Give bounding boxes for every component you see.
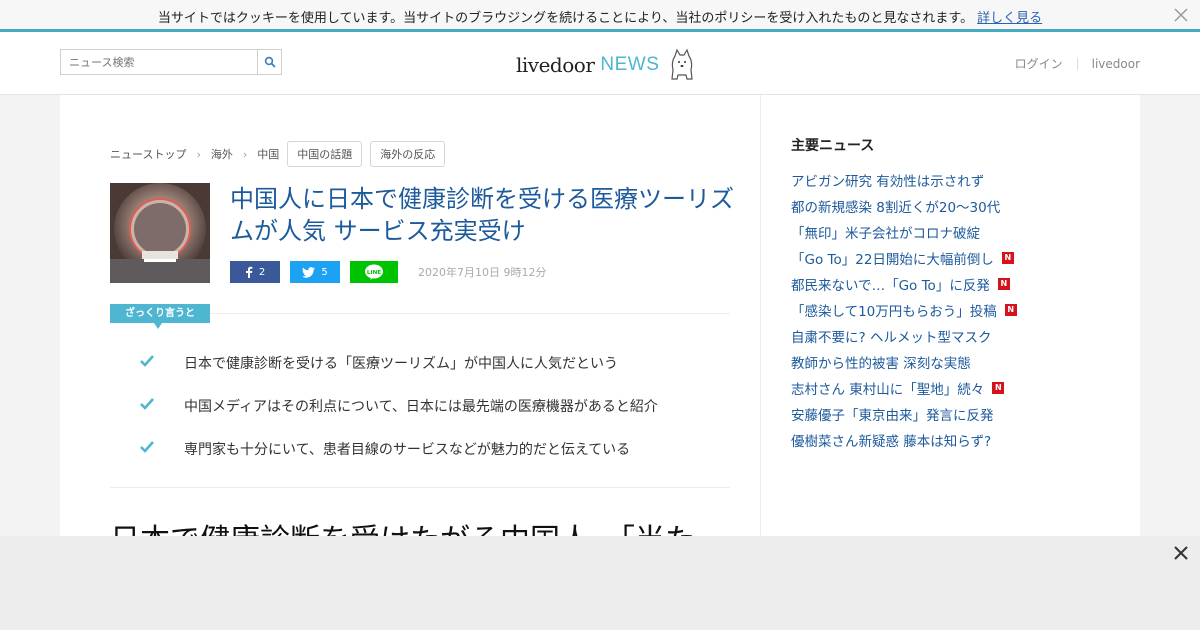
article-thumbnail[interactable]: [110, 183, 210, 283]
close-icon[interactable]: [1172, 6, 1190, 24]
site-logo[interactable]: livedoor NEWS: [516, 48, 697, 82]
news-item-title: 自粛不要に? ヘルメット型マスク: [791, 330, 992, 346]
chevron-right-icon: ›: [196, 147, 201, 161]
cookie-details-link[interactable]: 詳しく見る: [977, 11, 1042, 26]
summary-label: ざっくり言うと: [110, 304, 210, 329]
cookie-text: 当サイトではクッキーを使用しています。当サイトのブラウジングを続けることにより、…: [157, 11, 974, 26]
line-icon: LINE: [365, 264, 383, 280]
breadcrumb: ニューストップ › 海外 › 中国 中国の話題 海外の反応: [110, 141, 446, 167]
news-item-title: 「感染して10万円もらおう」投稿: [791, 304, 997, 320]
content-divider: [110, 487, 730, 488]
twitter-share-button[interactable]: 5: [290, 261, 340, 283]
livedoor-link[interactable]: livedoor: [1092, 57, 1140, 71]
news-item[interactable]: 優樹菜さん新疑惑 藤本は知らず?: [791, 427, 1017, 453]
news-item-title: 都民来ないで…「Go To」に反発: [791, 278, 990, 294]
chevron-right-icon: ›: [242, 147, 248, 161]
nav-divider: [1076, 57, 1078, 70]
header-nav: ログイン livedoor: [1015, 55, 1140, 72]
news-item-title: 優樹菜さん新疑惑 藤本は知らず?: [791, 434, 992, 450]
topic-tag[interactable]: 海外の反応: [370, 141, 446, 167]
news-item[interactable]: 「感染して10万円もらおう」投稿 N: [791, 297, 1017, 323]
breadcrumb-item[interactable]: 海外: [211, 146, 233, 162]
search-box: [60, 49, 282, 75]
new-badge: N: [997, 278, 1010, 290]
new-badge: N: [1004, 304, 1017, 316]
facebook-icon: [245, 266, 253, 278]
news-item-title: 安藤優子「東京由来」発言に反発: [791, 408, 994, 424]
facebook-count: 2: [258, 266, 266, 278]
article-title: 中国人に日本で健康診断を受ける医療ツーリズムが人気 サービス充実受け: [230, 185, 734, 245]
summary-point: 中国メディアはその利点について、日本には最先端の医療機器があると紹介: [140, 396, 658, 439]
facebook-share-button[interactable]: 2: [230, 261, 280, 283]
news-item[interactable]: 「Go To」22日開始に大幅前倒し N: [791, 245, 1017, 271]
search-icon: [264, 56, 276, 68]
article-date: 2020年7月10日 9時12分: [418, 266, 547, 279]
breadcrumb-item[interactable]: 中国: [257, 146, 279, 162]
news-item-title: 「Go To」22日開始に大幅前倒し: [791, 252, 994, 268]
news-item[interactable]: 自粛不要に? ヘルメット型マスク: [791, 323, 1017, 349]
checkmark-icon: [140, 398, 154, 410]
news-item[interactable]: アビガン研究 有効性は示されず: [791, 167, 1017, 193]
news-item[interactable]: 都の新規感染 8割近くが20～30代: [791, 193, 1017, 219]
twitter-count: 5: [321, 266, 328, 278]
news-item-title: 都の新規感染 8割近くが20～30代: [791, 200, 1001, 216]
news-item-title: 教師から性的被害 深刻な実態: [791, 356, 971, 372]
news-item-title: 志村さん 東村山に「聖地」続々: [791, 382, 985, 398]
new-badge: N: [992, 382, 1005, 394]
summary-point-text: 専門家も十分にいて、患者目線のサービスなどが魅力的だと伝えている: [184, 442, 631, 458]
top-news-list: アビガン研究 有効性は示されず 都の新規感染 8割近くが20～30代 「無印」米子会…: [791, 167, 1017, 453]
logo-news: NEWS: [600, 54, 660, 75]
news-item[interactable]: 志村さん 東村山に「聖地」続々 N: [791, 375, 1017, 401]
news-item[interactable]: 都民来ないで…「Go To」に反発 N: [791, 271, 1017, 297]
ad-banner: [0, 536, 1200, 630]
share-bar: 2 5 LINE 2020年7月10日 9時12分: [230, 261, 546, 283]
summary-point: 日本で健康診断を受ける「医療ツーリズム」が中国人に人気だという: [140, 353, 658, 396]
summary-point-text: 中国メディアはその利点について、日本には最先端の医療機器があると紹介: [184, 399, 658, 415]
breadcrumb-item[interactable]: ニューストップ: [110, 146, 186, 162]
svg-text:LINE: LINE: [367, 270, 381, 276]
line-share-button[interactable]: LINE: [350, 261, 398, 283]
search-button[interactable]: [257, 50, 281, 74]
new-badge: N: [1001, 252, 1014, 264]
logo-livedoor: livedoor: [516, 53, 595, 77]
news-item-title: アビガン研究 有効性は示されず: [791, 174, 985, 190]
topic-tag[interactable]: 中国の話題: [287, 141, 363, 167]
checkmark-icon: [140, 355, 154, 367]
close-icon[interactable]: [1172, 544, 1190, 562]
top-news-heading: 主要ニュース: [791, 138, 875, 154]
twitter-icon: [302, 266, 316, 278]
summary-point: 専門家も十分にいて、患者目線のサービスなどが魅力的だと伝えている: [140, 439, 658, 482]
search-input[interactable]: [61, 50, 257, 74]
dog-mascot-icon: [671, 48, 694, 80]
cookie-banner: 当サイトではクッキーを使用しています。当サイトのブラウジングを続けることにより、…: [0, 0, 1200, 32]
news-item[interactable]: 安藤優子「東京由来」発言に反発: [791, 401, 1017, 427]
site-header: livedoor NEWS ログイン livedoor: [0, 32, 1200, 95]
news-item-title: 「無印」米子会社がコロナ破綻: [791, 226, 980, 242]
summary-list: 日本で健康診断を受ける「医療ツーリズム」が中国人に人気だという 中国メディアはそ…: [140, 353, 658, 482]
login-link[interactable]: ログイン: [1015, 55, 1063, 72]
cookie-message: 当サイトではクッキーを使用しています。当サイトのブラウジングを続けることにより、…: [0, 7, 1200, 26]
news-item[interactable]: 教師から性的被害 深刻な実態: [791, 349, 1017, 375]
news-item[interactable]: 「無印」米子会社がコロナ破綻: [791, 219, 1017, 245]
checkmark-icon: [140, 441, 154, 453]
summary-point-text: 日本で健康診断を受ける「医療ツーリズム」が中国人に人気だという: [184, 356, 618, 372]
